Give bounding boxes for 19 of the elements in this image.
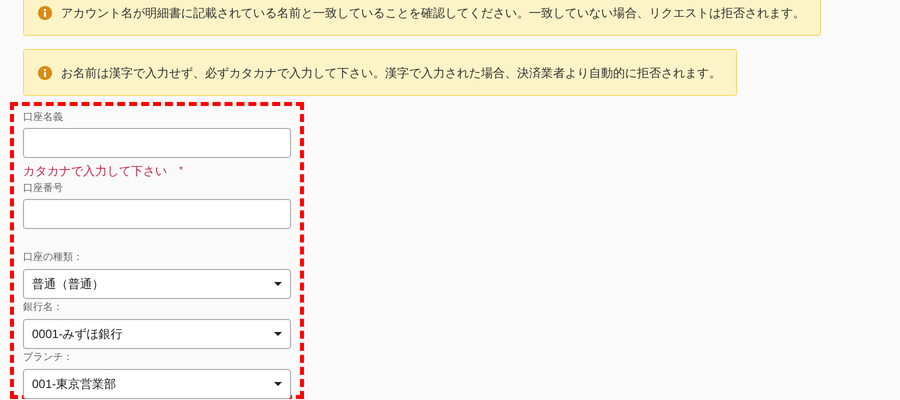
alert-text: アカウント名が明細書に記載されている名前と一致していることを確認してください。一致していない場合、リクエストは拒否されます。: [61, 6, 805, 20]
field-label: ブランチ：: [23, 353, 74, 363]
info-icon: [38, 66, 52, 80]
select-dropdown[interactable]: 普通（普通）: [23, 269, 291, 299]
select-dropdown[interactable]: 001-東京営業部: [23, 369, 291, 399]
field-label: 口座番号: [23, 184, 64, 194]
field-label: 口座の種類：: [23, 253, 84, 263]
field-label: 口座名義: [23, 113, 64, 123]
alert-text: お名前は漢字で入力せず、必ずカタカナで入力して下さい。漢字で入力された場合、決済業者より自動的に拒否されます。: [61, 66, 721, 80]
hint-text: カタカナで入力して下さい: [23, 164, 167, 178]
caret-icon: [274, 332, 282, 336]
field-label: 銀行名：: [23, 303, 64, 313]
text-field[interactable]: [23, 199, 291, 229]
text-field[interactable]: [23, 128, 291, 158]
select-dropdown[interactable]: 0001-みずほ銀行: [23, 319, 291, 349]
caret-icon: [274, 382, 282, 386]
required-mark: *: [179, 164, 183, 178]
info-icon: [38, 6, 52, 20]
caret-icon: [274, 282, 282, 286]
